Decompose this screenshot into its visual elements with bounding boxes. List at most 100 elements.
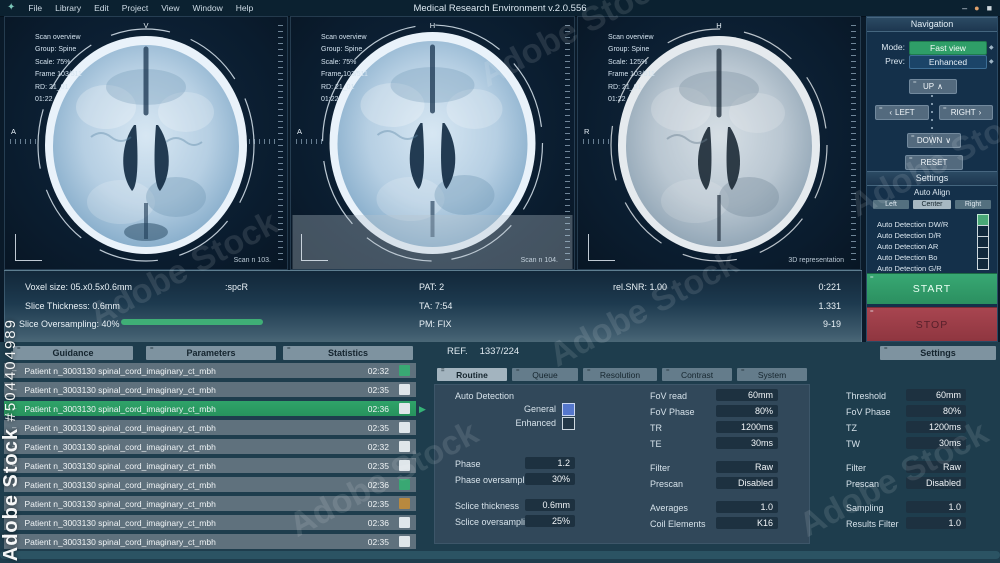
tr-value[interactable]: 1200ms [716, 421, 778, 433]
results-filter-value[interactable]: 1.0 [906, 517, 966, 529]
phase-oversampling-value[interactable]: 30% [525, 473, 575, 485]
prev-label: Prev: [885, 56, 905, 66]
mode-dropdown-icon[interactable]: ◆ [989, 44, 994, 51]
left-button[interactable]: = ‹ LEFT [875, 105, 929, 120]
snr-label: rel.SNR: 1.00 [613, 282, 668, 292]
tab-queue[interactable]: = Queue [512, 368, 578, 381]
threshold-value[interactable]: 60mm [906, 389, 966, 401]
voxel-size-label: Voxel size: 05.x0.5x0.6mm [25, 282, 133, 292]
fov-phase-right-value[interactable]: 80% [906, 405, 966, 417]
button-dash-icon: = [943, 106, 947, 112]
enhanced-label: Enhanced [515, 418, 556, 428]
filter-right-label: Filter [846, 463, 866, 473]
patient-row-selected[interactable]: – Patient n_3003130 spinal_cord_imaginar… [4, 401, 416, 416]
tab-system[interactable]: = System [737, 368, 807, 381]
ruler-vertical [278, 25, 283, 261]
right-button[interactable]: = RIGHT › [939, 105, 993, 120]
checkbox[interactable] [977, 258, 989, 270]
prev-select[interactable]: Enhanced [909, 55, 987, 69]
scan-viewport-2[interactable]: Scan overview Group: Spine Scale: 75% Fram… [290, 16, 575, 270]
status-badge [399, 365, 410, 376]
patient-row[interactable]: – Patient n_3003130 spinal_cord_imaginar… [4, 477, 416, 492]
tab-statistics[interactable]: = Statistics [283, 346, 413, 360]
auto-detection-gr-row: Auto Detection G/R [877, 258, 989, 273]
prescan-right-value[interactable]: Disabled [906, 477, 966, 489]
patient-row[interactable]: – Patient n_3003130 spinal_cord_imaginar… [4, 515, 416, 530]
align-right-button[interactable]: Right [955, 200, 991, 209]
minimize-button[interactable]: – [962, 0, 967, 16]
fov-phase-value[interactable]: 80% [716, 405, 778, 417]
tab-dash-icon: = [287, 346, 291, 352]
tab-dash-icon: = [666, 368, 670, 374]
slice-oversampling-field-value[interactable]: 25% [525, 515, 575, 527]
oversampling-progress-bar [121, 319, 263, 325]
status-badge [399, 441, 410, 452]
tz-value[interactable]: 1200ms [906, 421, 966, 433]
stop-button[interactable]: = STOP [867, 307, 997, 341]
general-checkbox[interactable] [562, 403, 575, 416]
patient-row[interactable]: – Patient n_3003130 spinal_cord_imaginar… [4, 382, 416, 397]
scan-viewport-3[interactable]: Scan overview Group: Spine Scale: 125% Fra… [577, 16, 861, 270]
maximize-button[interactable]: ■ [987, 0, 992, 16]
fov-read-value[interactable]: 60mm [716, 389, 778, 401]
patient-row[interactable]: – Patient n_3003130 spinal_cord_imaginar… [4, 534, 416, 549]
align-center-button[interactable]: Center [913, 200, 951, 209]
right-sidebar: Navigation Mode: Fast view ◆ Prev: Enhan… [866, 16, 998, 342]
align-left-button[interactable]: Left [873, 200, 909, 209]
prescan-label: Prescan [650, 479, 684, 489]
ruler-vertical [565, 25, 570, 261]
prev-dropdown-icon[interactable]: ◆ [989, 58, 994, 65]
tab-resolution[interactable]: = Resolution [583, 368, 657, 381]
row-dash-icon: – [12, 537, 17, 546]
tab-contrast[interactable]: = Contrast [662, 368, 732, 381]
record-dot-button[interactable]: ● [974, 0, 979, 16]
patient-row[interactable]: – Patient n_3003130 spinal_cord_imaginar… [4, 420, 416, 435]
down-button[interactable]: = DOWN ∨ [907, 133, 961, 148]
ruler-horizontal [10, 139, 36, 144]
phase-value[interactable]: 1.2 [525, 457, 575, 469]
tw-value[interactable]: 30ms [906, 437, 966, 449]
up-button[interactable]: = UP ∧ [909, 79, 957, 94]
orientation-marker-left: R [584, 127, 590, 136]
chevron-down-icon: ∨ [945, 136, 952, 145]
fov-phase-label: FoV Phase [650, 407, 695, 417]
status-badge [399, 498, 410, 509]
slice-thickness-field-value[interactable]: 0.6mm [525, 499, 575, 511]
averages-value[interactable]: 1.0 [716, 501, 778, 513]
auto-detection-bo-row: Auto Detection Bo [877, 247, 989, 262]
te-value[interactable]: 30ms [716, 437, 778, 449]
filter-value[interactable]: Raw [716, 461, 778, 473]
prescan-value[interactable]: Disabled [716, 477, 778, 489]
status-badge [399, 536, 410, 547]
status-badge [399, 384, 410, 395]
tab-settings[interactable]: = Settings [880, 346, 996, 360]
coil-elements-value[interactable]: K16 [716, 517, 778, 529]
enhanced-checkbox[interactable] [562, 417, 575, 430]
orientation-marker-left: A [11, 127, 17, 136]
patient-row[interactable]: – Patient n_3003130 spinal_cord_imaginar… [4, 363, 416, 378]
tab-guidance[interactable]: = Guidance [13, 346, 133, 360]
value-2: 1.331 [818, 301, 841, 311]
tab-routine[interactable]: = Routine [437, 368, 507, 381]
slice-oversampling-label: Slice Oversampling: 40% [19, 319, 120, 329]
tab-dash-icon: = [17, 346, 21, 352]
tab-parameters[interactable]: = Parameters [146, 346, 276, 360]
start-button[interactable]: = START [867, 273, 997, 304]
sampling-value[interactable]: 1.0 [906, 501, 966, 513]
patient-row[interactable]: – Patient n_3003130 spinal_cord_imaginar… [4, 458, 416, 473]
mode-select[interactable]: Fast view [909, 41, 987, 55]
scan-overlay-info: Scan overview Group: Spine Scale: 75% Fram… [35, 34, 82, 103]
scan-viewport-1[interactable]: Scan overview Group: Spine Scale: 75% Fram… [4, 16, 288, 270]
fov-phase-right-label: FoV Phase [846, 407, 891, 417]
button-dash-icon: = [909, 156, 913, 162]
bottom-scrollbar[interactable] [0, 551, 1000, 559]
pm-label: PM: FIX [419, 319, 452, 329]
tw-label: TW [846, 439, 860, 449]
orientation-marker-left: A [297, 127, 303, 136]
auto-detection-ar-row: Auto Detection AR [877, 236, 989, 251]
reset-button[interactable]: = RESET [905, 155, 963, 170]
filter-right-value[interactable]: Raw [906, 461, 966, 473]
patient-row[interactable]: – Patient n_3003130 spinal_cord_imaginar… [4, 439, 416, 454]
threshold-label: Threshold [846, 391, 887, 401]
patient-row[interactable]: – Patient n_3003130 spinal_cord_imaginar… [4, 496, 416, 511]
